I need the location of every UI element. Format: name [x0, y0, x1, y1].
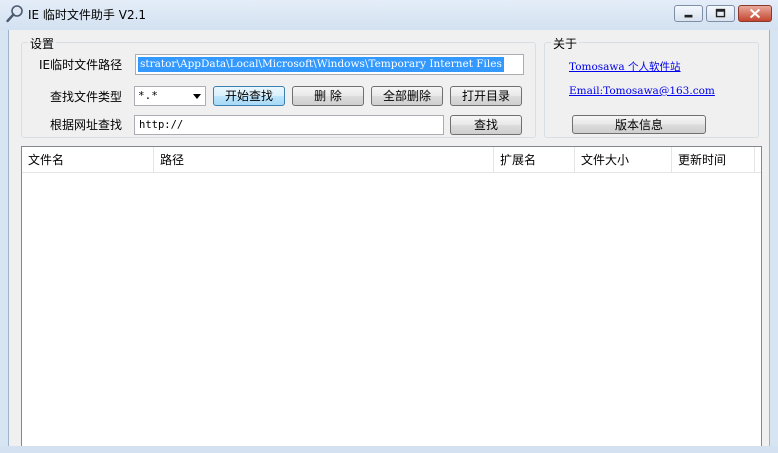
find-button[interactable]: 查找	[450, 115, 522, 135]
settings-group: 设置 IE临时文件路径 strator\AppData\Local\Micros…	[21, 35, 536, 138]
file-list-header: 文件名 路径 扩展名 文件大小 更新时间	[22, 147, 761, 173]
start-search-button[interactable]: 开始查找	[213, 86, 285, 106]
client-area: 设置 IE临时文件路径 strator\AppData\Local\Micros…	[8, 30, 770, 453]
close-button[interactable]	[738, 5, 772, 22]
type-label: 查找文件类型	[50, 90, 123, 104]
title-bar: IE 临时文件助手 V2.1	[0, 0, 778, 30]
window-title: IE 临时文件助手 V2.1	[28, 8, 147, 22]
url-value: http://	[139, 119, 184, 131]
maximize-button[interactable]	[706, 5, 735, 22]
path-field[interactable]: strator\AppData\Local\Microsoft\Windows\…	[135, 54, 524, 75]
url-field[interactable]: http://	[134, 115, 444, 135]
column-filesize[interactable]: 文件大小	[575, 147, 672, 172]
file-list[interactable]: 文件名 路径 扩展名 文件大小 更新时间	[21, 146, 762, 448]
delete-button[interactable]: 删 除	[292, 86, 364, 106]
magnifier-icon	[6, 5, 23, 23]
about-group-label: 关于	[551, 35, 580, 52]
bottom-frame	[0, 446, 778, 453]
column-path[interactable]: 路径	[154, 147, 494, 172]
url-label: 根据网址查找	[50, 118, 123, 132]
delete-all-button[interactable]: 全部删除	[371, 86, 443, 106]
about-group: 关于 Tomosawa 个人软件站 Email:Tomosawa@163.com…	[544, 35, 759, 138]
site-link[interactable]: Tomosawa 个人软件站	[569, 59, 681, 74]
close-icon	[749, 8, 761, 19]
settings-group-label: 设置	[28, 35, 57, 52]
minimize-button[interactable]	[674, 5, 703, 22]
email-link[interactable]: Email:Tomosawa@163.com	[569, 85, 715, 97]
chevron-down-icon	[193, 94, 201, 99]
path-label: IE临时文件路径	[39, 58, 123, 72]
version-info-button[interactable]: 版本信息	[572, 115, 706, 134]
column-extension[interactable]: 扩展名	[494, 147, 575, 172]
column-filename[interactable]: 文件名	[22, 147, 154, 172]
type-combo[interactable]: *.*	[134, 86, 206, 106]
column-modified[interactable]: 更新时间	[672, 147, 755, 172]
minimize-icon	[684, 14, 693, 18]
maximize-icon	[715, 8, 726, 18]
path-value: strator\AppData\Local\Microsoft\Windows\…	[138, 57, 504, 72]
type-combo-value: *.*	[138, 89, 158, 102]
open-dir-button[interactable]: 打开目录	[450, 86, 522, 106]
